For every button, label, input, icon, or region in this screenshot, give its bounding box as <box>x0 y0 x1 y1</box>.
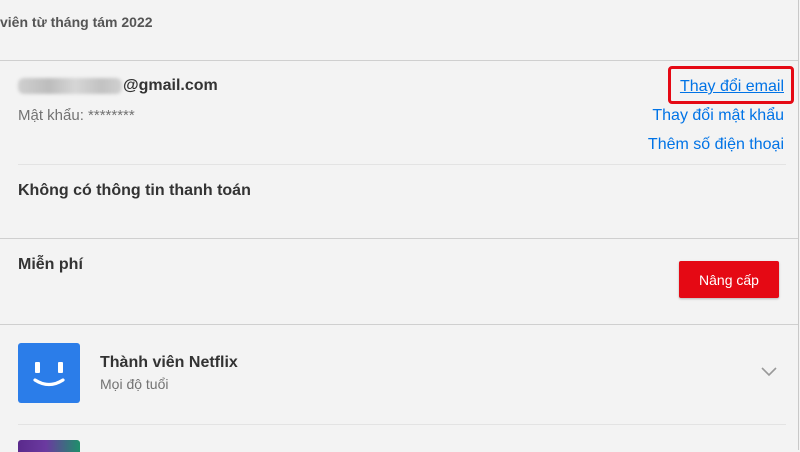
email-domain: @gmail.com <box>123 77 218 94</box>
no-payment-info: Không có thông tin thanh toán <box>18 182 251 199</box>
smiley-face-icon <box>33 362 65 387</box>
account-page: viên từ tháng tám 2022 @gmail.com Mật kh… <box>0 0 799 452</box>
section-divider <box>0 238 798 239</box>
highlight-box <box>668 66 794 104</box>
profile-maturity-rating: Mọi độ tuổi <box>100 376 169 392</box>
upgrade-button[interactable]: Nâng cấp <box>679 261 779 298</box>
subsection-divider <box>18 424 786 425</box>
profile-avatar[interactable] <box>18 343 80 403</box>
chevron-down-icon[interactable] <box>760 364 778 378</box>
account-email: @gmail.com <box>18 77 218 95</box>
profile-avatar-partial[interactable] <box>18 440 80 452</box>
profile-name: Thành viên Netflix <box>100 354 238 371</box>
section-divider <box>0 60 798 61</box>
password-label: Mật khẩu: ******** <box>18 107 135 124</box>
subsection-divider <box>18 164 786 165</box>
add-phone-link[interactable]: Thêm số điện thoại <box>648 136 784 154</box>
redacted-email-username <box>18 78 122 94</box>
section-divider <box>0 324 798 325</box>
change-password-link[interactable]: Thay đổi mật khẩu <box>652 107 784 125</box>
member-since-text: viên từ tháng tám 2022 <box>0 14 153 30</box>
plan-name: Miễn phí <box>18 256 83 273</box>
